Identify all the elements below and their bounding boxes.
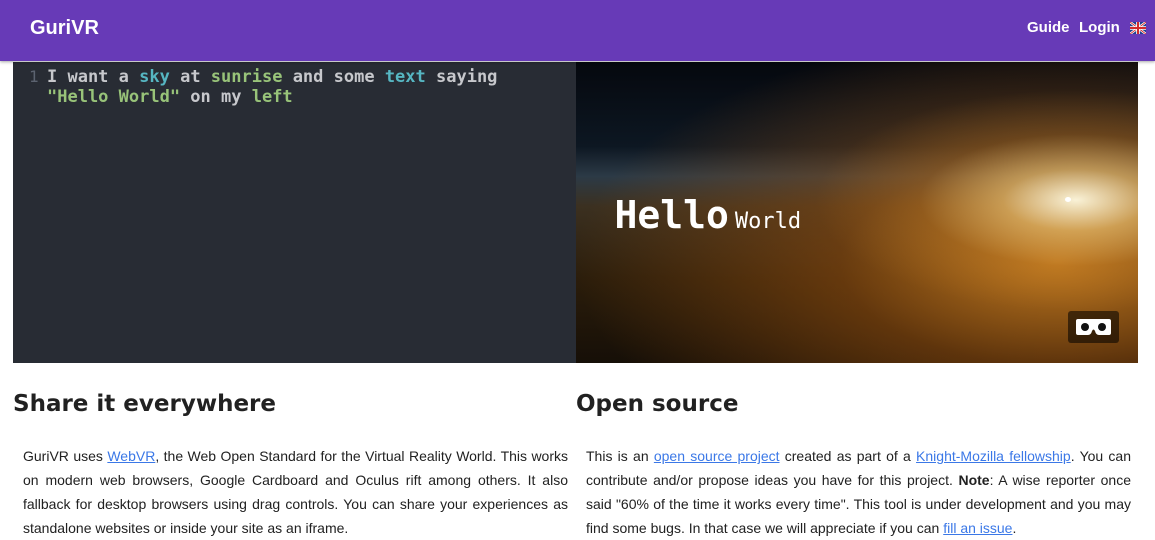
scene-text-word-1: Hello [614, 193, 729, 237]
scene-text-word-2: World [734, 209, 802, 234]
line-number: 1 [29, 67, 39, 86]
share-text-1: GuriVR uses [23, 448, 108, 464]
open-source-section-title: Open source [576, 391, 739, 417]
open-source-text-2: created as part of a [779, 448, 917, 464]
scene-text: Hello World [576, 174, 802, 256]
cardboard-vr-icon [1076, 319, 1111, 335]
code-line-2: "Hello World" on my left [47, 87, 293, 107]
fill-issue-link[interactable]: fill an issue [943, 520, 1012, 536]
vr-preview-scene[interactable]: Hello World [576, 62, 1138, 363]
open-source-text-1: This is an [586, 448, 654, 464]
open-source-text-5: . [1012, 520, 1017, 536]
code-token: sky [139, 67, 170, 87]
code-token: on my [180, 87, 252, 107]
brand-logo[interactable]: GuriVR [30, 17, 99, 40]
code-token: left [251, 87, 293, 107]
code-token: at [169, 67, 211, 87]
code-token: sunrise [210, 67, 283, 87]
webvr-link[interactable]: WebVR [107, 448, 155, 464]
enter-vr-button[interactable] [1068, 311, 1119, 343]
code-editor[interactable]: 1 I want a sky at sunrise and some text … [13, 62, 576, 363]
open-source-section-text: This is an open source project created a… [586, 444, 1131, 540]
top-navbar: GuriVR Guide Login [0, 0, 1155, 61]
nav-login-link[interactable]: Login [1079, 19, 1120, 36]
uk-flag-icon[interactable] [1130, 22, 1146, 34]
code-token: I want a [47, 67, 140, 87]
share-section-title: Share it everywhere [13, 391, 276, 417]
code-token: text [384, 67, 426, 87]
open-source-project-link[interactable]: open source project [654, 448, 780, 464]
sun [1065, 197, 1071, 202]
code-token: saying [425, 67, 498, 87]
share-section-text: GuriVR uses WebVR, the Web Open Standard… [23, 444, 568, 540]
nav-guide-link[interactable]: Guide [1027, 19, 1070, 36]
code-line-1: I want a sky at sunrise and some text sa… [47, 67, 497, 87]
note-label: Note [958, 472, 990, 488]
knight-mozilla-link[interactable]: Knight-Mozilla fellowship [916, 448, 1071, 464]
code-token: and some [282, 67, 385, 87]
code-token: "Hello World" [47, 87, 181, 107]
